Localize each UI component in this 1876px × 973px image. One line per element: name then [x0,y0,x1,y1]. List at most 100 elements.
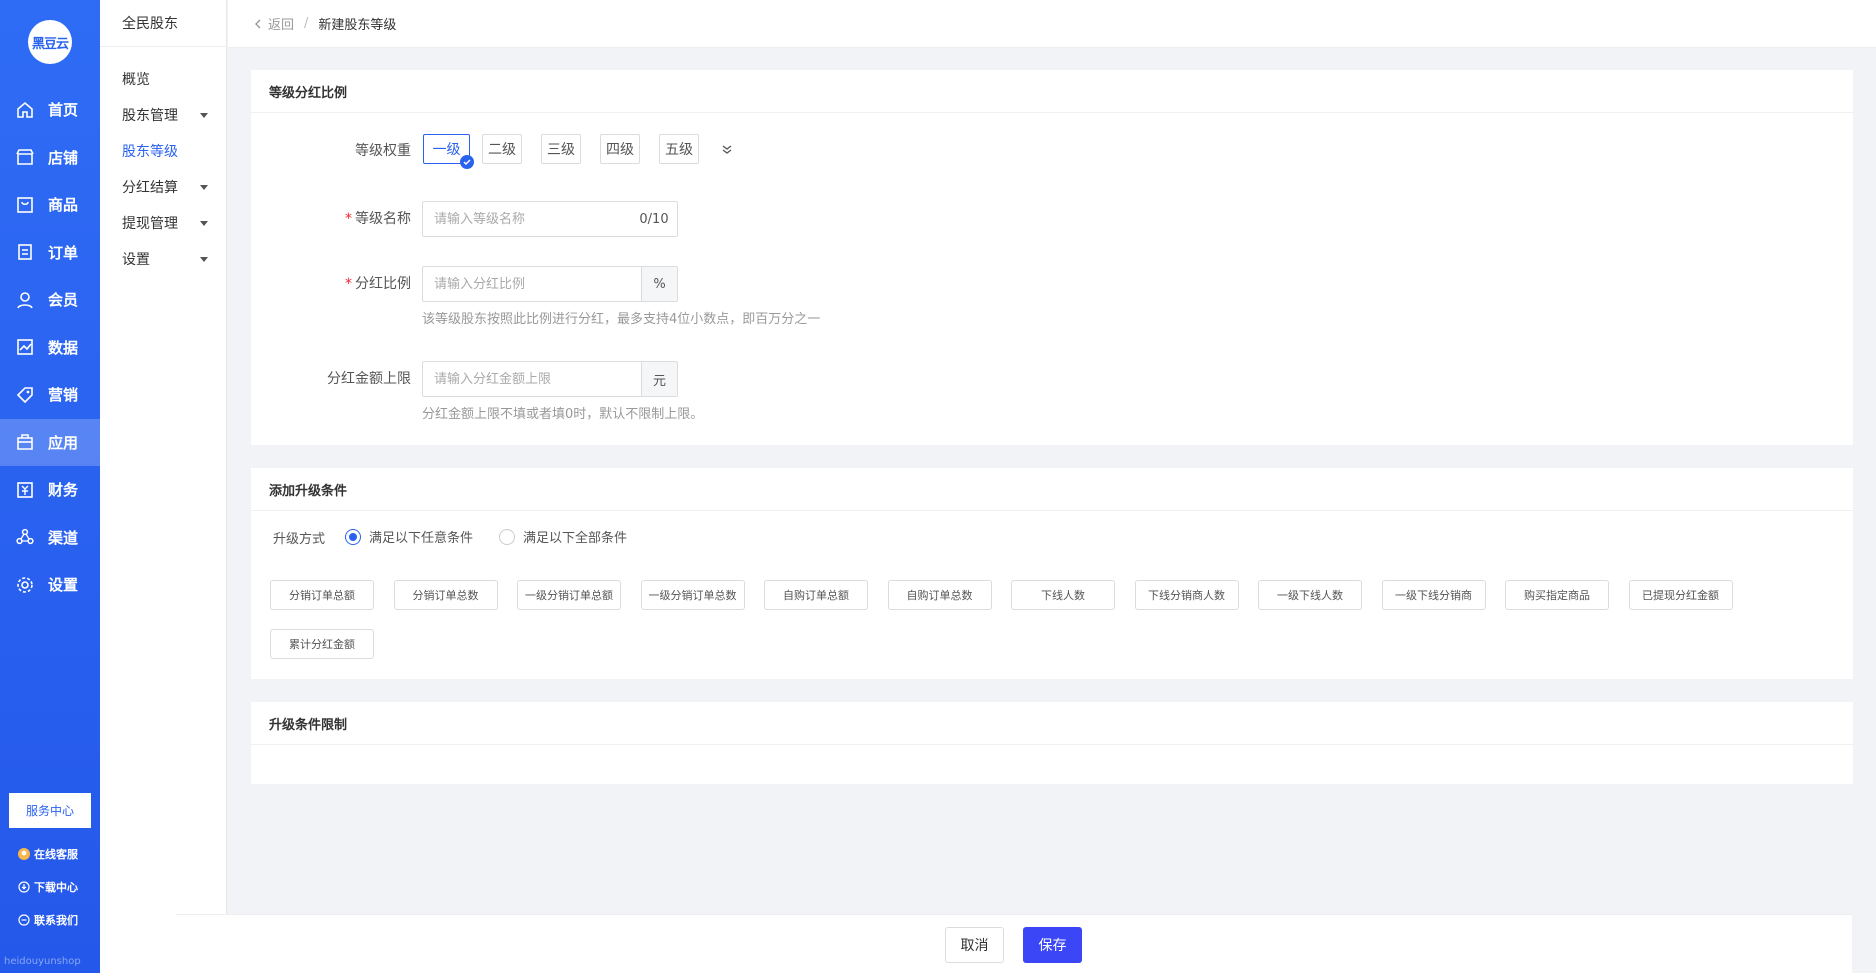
level-name-label: * 等级名称 [345,211,411,227]
limit-help-text: 分红金额上限不填或者填0时，默认不限制上限。 [422,407,704,422]
sidebar-item-label: 股东等级 [122,144,178,160]
sidebar-item-4[interactable]: 提现管理 [100,205,226,241]
level-tab-label: 五级 [665,142,693,158]
section-title: 升级条件限制 [251,702,1853,745]
member-icon [16,291,34,309]
rail-item-5[interactable]: 数据 [0,324,100,372]
brand-logo[interactable]: 黑豆云 [28,20,72,64]
contact-us-link[interactable]: 联系我们 [18,912,78,928]
level-tab-label: 三级 [547,142,575,158]
level-tab-label: 一级 [432,142,461,158]
level-name-input[interactable] [423,202,631,236]
mode-any-label: 满足以下任意条件 [369,531,474,546]
sidebar-item-2[interactable]: 股东等级 [100,133,226,169]
dividend-ratio-field[interactable]: % [422,266,678,302]
rail-item-label: 渠道 [48,528,79,547]
level-weight-label: 等级权重 [355,143,411,159]
percent-suffix: % [641,267,677,301]
condition-button-3[interactable]: 一级分销订单总数 [640,580,745,610]
sidebar-title: 全民股东 [100,0,226,47]
contact-us-label: 联系我们 [34,914,78,927]
sidebar-item-0[interactable]: 概览 [100,61,226,97]
back-link[interactable]: 返回 [252,14,294,33]
cancel-button[interactable]: 取消 [945,927,1004,963]
download-icon [18,881,30,893]
mode-all-label: 满足以下全部条件 [523,531,628,546]
dividend-limit-label: 分红金额上限 [327,371,411,387]
level-tab-4[interactable]: 五级 [659,134,699,164]
dividend-ratio-input[interactable] [423,267,641,301]
caret-down-icon [200,256,208,262]
rail-item-label: 会员 [48,291,79,310]
rail-item-9[interactable]: 渠道 [0,514,100,562]
upgrade-mode-label: 升级方式 [273,532,326,547]
rail-item-8[interactable]: 财务 [0,466,100,514]
main-rail: 黑豆云 首页店铺商品订单会员数据营销应用财务渠道设置 服务中心 在线客服 下载中… [0,0,100,973]
dividend-limit-field[interactable]: 元 [422,361,678,397]
condition-button-12[interactable]: 累计分红金额 [270,629,374,659]
level-tab-2[interactable]: 三级 [541,134,581,164]
rail-item-3[interactable]: 订单 [0,229,100,277]
mode-all-radio[interactable]: 满足以下全部条件 [499,527,627,546]
service-center-button[interactable]: 服务中心 [9,793,91,828]
condition-button-2[interactable]: 一级分销订单总额 [517,580,621,610]
mode-any-radio[interactable]: 满足以下任意条件 [345,527,473,546]
condition-button-4[interactable]: 自购订单总额 [764,580,868,610]
yuan-suffix: 元 [641,362,677,396]
level-tab-label: 二级 [488,142,516,158]
rail-item-label: 店铺 [48,148,79,167]
footer-bar: 取消 保存 [176,914,1852,973]
finance-icon [16,481,34,499]
chart-icon [16,338,34,356]
sidebar-item-label: 概览 [122,72,150,88]
rail-item-6[interactable]: 营销 [0,371,100,419]
rail-item-1[interactable]: 店铺 [0,134,100,182]
online-service-link[interactable]: 在线客服 [18,846,78,862]
logo-text: 黑豆云 [31,36,69,52]
sidebar-item-label: 分红结算 [122,180,178,196]
condition-button-7[interactable]: 下线分销商人数 [1134,580,1239,610]
rail-item-label: 财务 [48,481,79,500]
condition-button-1[interactable]: 分销订单总数 [393,580,498,610]
rail-item-7[interactable]: 应用 [0,418,100,466]
level-name-field[interactable]: 0/10 [422,201,678,237]
app-icon [16,433,34,451]
rail-nav: 首页店铺商品订单会员数据营销应用财务渠道设置 [0,86,100,609]
rail-item-label: 应用 [48,433,79,452]
tag-icon [16,386,34,404]
level-tab-0[interactable]: 一级 [423,134,474,169]
goods-icon [16,196,34,214]
char-counter: 0/10 [639,211,669,227]
order-icon [16,243,34,261]
radio-checked [345,528,361,545]
condition-button-11[interactable]: 已提现分红金额 [1628,580,1733,610]
level-tab-3[interactable]: 四级 [600,134,640,164]
sidebar-item-5[interactable]: 设置 [100,241,226,277]
rail-item-label: 数据 [48,338,79,357]
expand-more-icon[interactable] [720,142,734,160]
download-center-link[interactable]: 下载中心 [18,879,78,895]
save-button[interactable]: 保存 [1023,927,1082,963]
brand-watermark: heidouyunshop [4,956,81,967]
rail-item-0[interactable]: 首页 [0,86,100,134]
condition-button-5[interactable]: 自购订单总数 [887,580,992,610]
secondary-sidebar: 全民股东 概览股东管理股东等级分红结算提现管理 设置 [100,0,227,973]
page-title: 新建股东等级 [318,18,397,33]
rail-item-4[interactable]: 会员 [0,276,100,324]
level-tab-1[interactable]: 二级 [482,134,522,164]
breadcrumb: 返回 / 新建股东等级 [228,0,1876,48]
rail-item-label: 订单 [48,243,79,262]
condition-button-10[interactable]: 购买指定商品 [1505,580,1609,610]
condition-button-0[interactable]: 分销订单总额 [270,580,374,610]
condition-button-6[interactable]: 下线人数 [1011,580,1115,610]
dividend-limit-input[interactable] [423,362,641,396]
sidebar-item-3[interactable]: 分红结算 [100,169,226,205]
rail-item-label: 设置 [48,576,79,595]
sidebar-item-1[interactable]: 股东管理 [100,97,226,133]
condition-button-9[interactable]: 一级下线分销商 [1381,580,1486,610]
rail-item-10[interactable]: 设置 [0,561,100,609]
condition-button-8[interactable]: 一级下线人数 [1258,580,1362,610]
rail-item-2[interactable]: 商品 [0,181,100,229]
rail-item-label: 首页 [48,101,79,120]
radio-unchecked [499,528,515,545]
